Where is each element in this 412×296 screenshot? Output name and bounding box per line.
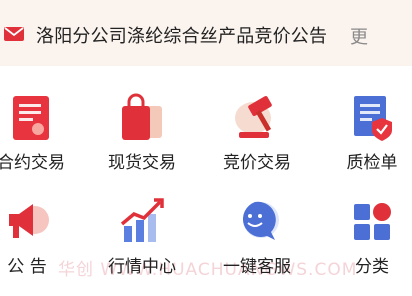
grid-item-market-center[interactable]: 行情中心 [92, 196, 192, 296]
notice-bar[interactable]: 洛阳分公司涤纶综合丝产品竞价公告 更 [0, 0, 412, 66]
grid-item-label: 公 告 [7, 257, 47, 277]
quality-certificate-icon [354, 96, 392, 141]
grid-item-announcement[interactable]: 公 告 [0, 196, 77, 296]
notice-title[interactable]: 洛阳分公司涤纶综合丝产品竞价公告 [36, 22, 327, 48]
mail-icon [4, 27, 24, 41]
contract-icon [13, 96, 49, 140]
grid-item-category[interactable]: 分类 [322, 196, 412, 296]
grid-item-label: 分类 [355, 257, 389, 277]
grid-item-label: 一键客服 [223, 257, 291, 277]
megaphone-icon [9, 204, 49, 238]
shopping-bag-icon [122, 93, 162, 140]
grid-item-label: 竞价交易 [223, 153, 291, 173]
grid-item-quality-cert[interactable]: 质检单 [322, 92, 412, 192]
customer-service-chat-icon [242, 201, 279, 240]
grid-item-label: 行情中心 [108, 257, 176, 277]
notice-more-link[interactable]: 更 [350, 23, 368, 49]
market-chart-icon [120, 198, 164, 242]
grid-item-customer-service[interactable]: 一键客服 [207, 196, 307, 296]
auction-gavel-icon [235, 96, 272, 138]
grid-item-contract-trade[interactable]: 合约交易 [0, 92, 81, 192]
grid-item-spot-trade[interactable]: 现货交易 [92, 92, 192, 192]
grid-item-label: 质检单 [346, 153, 398, 173]
category-grid-icon [354, 203, 391, 240]
grid-item-label: 现货交易 [108, 153, 176, 173]
grid-item-label: 合约交易 [0, 153, 65, 173]
grid-item-bidding-trade[interactable]: 竞价交易 [207, 92, 307, 192]
